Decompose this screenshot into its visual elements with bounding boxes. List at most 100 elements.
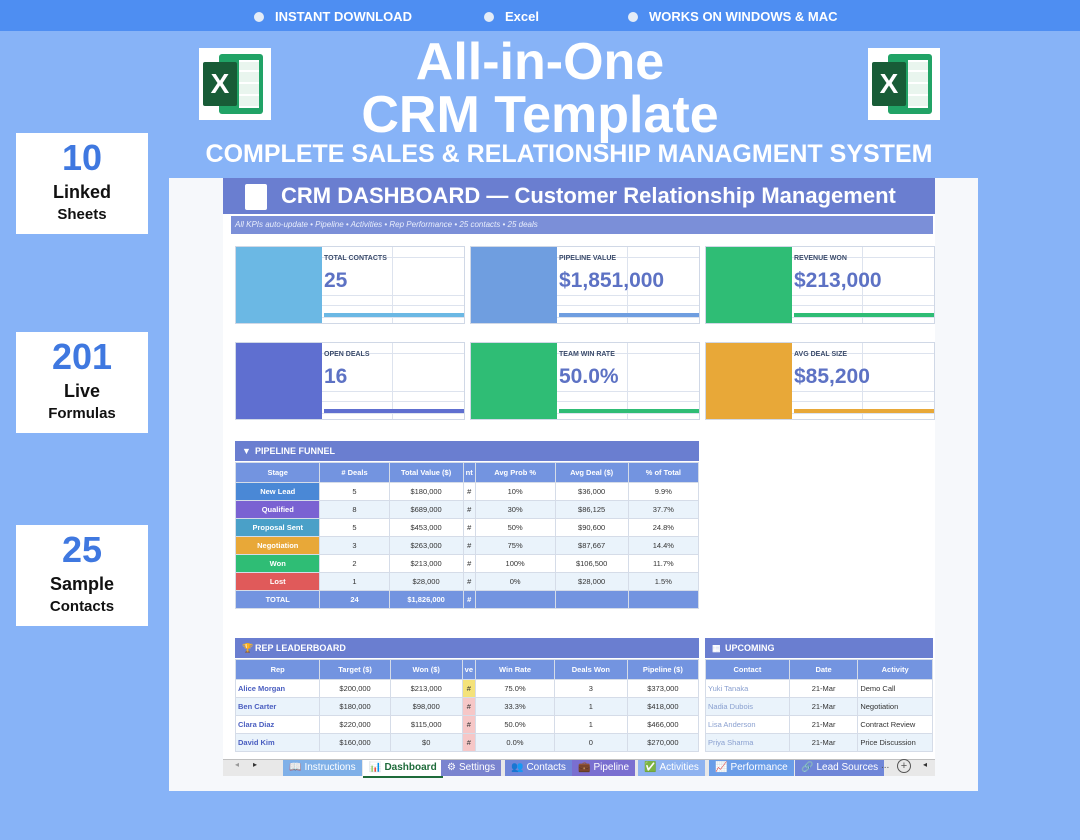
table-cell[interactable]: $98,000 — [389, 697, 463, 716]
total-cell[interactable] — [474, 590, 556, 609]
table-cell[interactable]: $689,000 — [388, 500, 464, 519]
table-cell[interactable]: # — [462, 536, 476, 555]
table-cell[interactable]: $453,000 — [388, 518, 464, 537]
contact-cell[interactable]: Priya Sharma — [705, 733, 790, 752]
table-cell[interactable]: # — [462, 482, 476, 501]
table-cell[interactable]: 5 — [319, 482, 390, 501]
table-cell[interactable]: 5 — [319, 518, 390, 537]
table-cell[interactable]: 75% — [474, 536, 556, 555]
table-cell[interactable]: $220,000 — [319, 715, 391, 734]
table-cell[interactable]: 1 — [553, 697, 628, 716]
rep-name-cell[interactable]: Alice Morgan — [234, 679, 321, 698]
total-cell[interactable]: $1,826,000 — [388, 590, 464, 609]
table-cell[interactable]: 10% — [474, 482, 556, 501]
table-cell[interactable]: $106,500 — [554, 554, 629, 573]
table-cell[interactable]: 37.7% — [627, 500, 700, 519]
total-cell[interactable]: TOTAL — [234, 590, 321, 609]
table-cell[interactable]: # — [461, 733, 477, 752]
stage-cell[interactable]: Won — [234, 554, 321, 573]
table-cell[interactable]: 14.4% — [627, 536, 700, 555]
table-cell[interactable]: 1 — [553, 715, 628, 734]
table-cell[interactable]: 11.7% — [627, 554, 700, 573]
tab-scroll-left-icon[interactable]: ◂ — [235, 760, 239, 769]
table-cell[interactable]: $263,000 — [388, 536, 464, 555]
total-cell[interactable]: # — [462, 590, 476, 609]
table-cell[interactable]: $213,000 — [389, 679, 463, 698]
sheet-tab-dashboard[interactable]: 📊 Dashboard — [363, 760, 443, 778]
table-cell[interactable]: 3 — [553, 679, 628, 698]
stage-cell[interactable]: Proposal Sent — [234, 518, 321, 537]
table-cell[interactable]: 9.9% — [627, 482, 700, 501]
table-cell[interactable]: $200,000 — [319, 679, 391, 698]
table-cell[interactable]: $418,000 — [626, 697, 700, 716]
table-cell[interactable]: 0 — [553, 733, 628, 752]
table-cell[interactable]: # — [462, 572, 476, 591]
sheet-tab-lead-sources[interactable]: 🔗 Lead Sources — [795, 760, 885, 776]
date-cell[interactable]: 21-Mar — [788, 733, 859, 752]
table-cell[interactable]: 2 — [319, 554, 390, 573]
add-sheet-icon[interactable]: + — [897, 759, 911, 773]
contact-cell[interactable]: Lisa Anderson — [705, 715, 790, 734]
activity-cell[interactable]: Contract Review — [857, 715, 933, 734]
table-cell[interactable]: $0 — [389, 733, 463, 752]
table-cell[interactable]: $270,000 — [626, 733, 700, 752]
tab-scroll-right-icon[interactable]: ▸ — [253, 760, 257, 769]
table-cell[interactable]: 24.8% — [627, 518, 700, 537]
table-cell[interactable]: 30% — [474, 500, 556, 519]
activity-cell[interactable]: Price Discussion — [857, 733, 933, 752]
table-cell[interactable]: $90,600 — [554, 518, 629, 537]
table-cell[interactable]: $86,125 — [554, 500, 629, 519]
table-cell[interactable]: $180,000 — [388, 482, 464, 501]
table-cell[interactable]: 100% — [474, 554, 556, 573]
sheet-tab-settings[interactable]: ⚙ Settings — [441, 760, 502, 776]
table-cell[interactable]: $115,000 — [389, 715, 463, 734]
stage-cell[interactable]: Lost — [234, 572, 321, 591]
sheet-tab-instructions[interactable]: 📖 Instructions — [283, 760, 362, 776]
contact-cell[interactable]: Yuki Tanaka — [705, 679, 790, 698]
sheet-tab-activities[interactable]: ✅ Activities — [638, 760, 705, 776]
table-cell[interactable]: $36,000 — [554, 482, 629, 501]
table-cell[interactable]: 50.0% — [475, 715, 555, 734]
date-cell[interactable]: 21-Mar — [788, 679, 859, 698]
table-cell[interactable]: 1.5% — [627, 572, 700, 591]
activity-cell[interactable]: Demo Call — [857, 679, 933, 698]
table-cell[interactable]: # — [461, 715, 477, 734]
rep-name-cell[interactable]: Clara Diaz — [234, 715, 321, 734]
contact-cell[interactable]: Nadia Dubois — [705, 697, 790, 716]
table-cell[interactable]: 8 — [319, 500, 390, 519]
table-cell[interactable]: 3 — [319, 536, 390, 555]
total-cell[interactable]: 24 — [319, 590, 390, 609]
table-cell[interactable]: $373,000 — [626, 679, 700, 698]
table-cell[interactable]: 0.0% — [475, 733, 555, 752]
table-cell[interactable]: $28,000 — [554, 572, 629, 591]
table-cell[interactable]: 0% — [474, 572, 556, 591]
scroll-left-icon[interactable]: ◂ — [923, 760, 927, 769]
table-cell[interactable]: # — [461, 679, 477, 698]
more-tabs-button[interactable]: ... — [881, 760, 889, 771]
table-cell[interactable]: # — [462, 500, 476, 519]
table-cell[interactable]: $466,000 — [626, 715, 700, 734]
table-cell[interactable]: $180,000 — [319, 697, 391, 716]
total-cell[interactable] — [554, 590, 629, 609]
rep-name-cell[interactable]: David Kim — [234, 733, 321, 752]
table-cell[interactable]: $87,667 — [554, 536, 629, 555]
table-cell[interactable]: # — [462, 518, 476, 537]
table-cell[interactable]: $160,000 — [319, 733, 391, 752]
date-cell[interactable]: 21-Mar — [788, 715, 859, 734]
rep-name-cell[interactable]: Ben Carter — [234, 697, 321, 716]
table-cell[interactable]: 75.0% — [475, 679, 555, 698]
date-cell[interactable]: 21-Mar — [788, 697, 859, 716]
table-cell[interactable]: 1 — [319, 572, 390, 591]
table-cell[interactable]: $213,000 — [388, 554, 464, 573]
stage-cell[interactable]: Qualified — [234, 500, 321, 519]
activity-cell[interactable]: Negotiation — [857, 697, 933, 716]
sheet-tab-contacts[interactable]: 👥 Contacts — [505, 760, 572, 776]
sheet-tab-pipeline[interactable]: 💼 Pipeline — [572, 760, 636, 776]
table-cell[interactable]: # — [462, 554, 476, 573]
total-cell[interactable] — [627, 590, 700, 609]
sheet-tab-performance[interactable]: 📈 Performance — [709, 760, 794, 776]
stage-cell[interactable]: Negotiation — [234, 536, 321, 555]
table-cell[interactable]: # — [461, 697, 477, 716]
table-cell[interactable]: $28,000 — [388, 572, 464, 591]
stage-cell[interactable]: New Lead — [234, 482, 321, 501]
